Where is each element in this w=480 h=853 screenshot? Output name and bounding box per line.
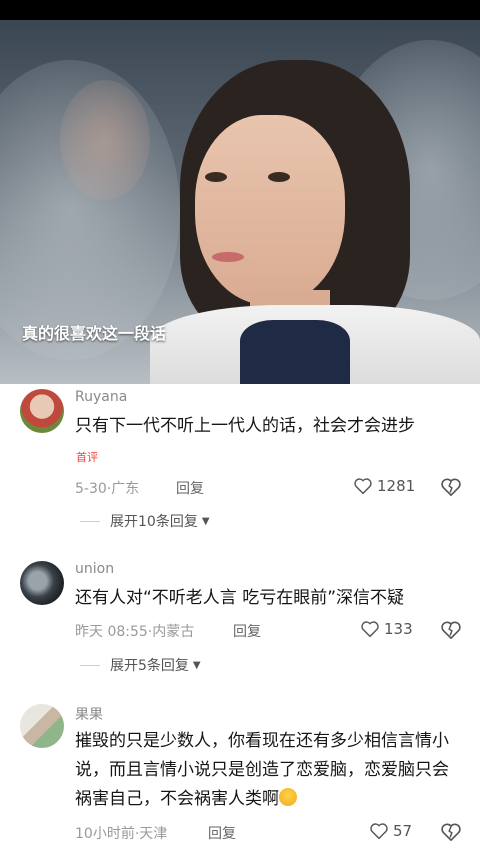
chevron-down-icon: ▼ (201, 515, 210, 527)
comment-username[interactable]: union (75, 561, 114, 577)
heart-icon (354, 478, 372, 495)
reply-button[interactable]: 回复 (233, 621, 261, 641)
like-button[interactable]: 133 (360, 620, 413, 638)
comment-date: 10小时前 (75, 826, 135, 842)
dislike-icon[interactable] (440, 477, 462, 497)
comment-date: 昨天 08:55 (75, 624, 148, 640)
comment-username[interactable]: Ruyana (75, 389, 127, 405)
comment-username[interactable]: 果果 (75, 704, 103, 724)
avatar[interactable] (20, 389, 64, 433)
comment-text-body: 摧毁的只是少数人，你看现在还有多少相信言情小说，而且言情小说只是创造了恋爱脑，恋… (75, 731, 449, 809)
expand-replies-label: 展开10条回复 (110, 514, 198, 530)
like-count: 57 (393, 822, 413, 840)
expand-replies-button[interactable]: 展开10条回复 ▼ (80, 511, 210, 531)
avatar[interactable] (20, 561, 64, 605)
comment-text: 还有人对“不听老人言 吃亏在眼前”深信不疑 (75, 588, 405, 608)
comment-meta: 昨天 08:55·内蒙古 (75, 624, 195, 640)
avatar[interactable] (20, 704, 64, 748)
reply-button[interactable]: 回复 (176, 478, 204, 498)
comment-meta: 5-30·广东 (75, 481, 140, 497)
comment-location: 内蒙古 (152, 624, 195, 640)
like-count: 1281 (377, 477, 416, 495)
video-caption: 真的很喜欢这一段话 (22, 324, 167, 343)
dislike-icon[interactable] (440, 620, 462, 640)
like-button[interactable]: 1281 (353, 477, 415, 495)
heart-icon (370, 823, 388, 840)
comment-location: 天津 (139, 826, 168, 842)
comment-text: 摧毁的只是少数人，你看现在还有多少相信言情小说，而且言情小说只是创造了恋爱脑，恋… (75, 727, 460, 814)
comment-text: 只有下一代不听上一代人的话，社会才会进步 (75, 416, 415, 436)
heart-icon (361, 621, 379, 638)
rolling-on-floor-laughing-emoji (279, 788, 297, 806)
expand-replies-button[interactable]: 展开5条回复 ▼ (80, 655, 201, 675)
comment-meta: 10小时前·天津 (75, 826, 168, 842)
comment-list[interactable]: Ruyana 只有下一代不听上一代人的话，社会才会进步 首评 5-30·广东 回… (0, 384, 480, 853)
like-button[interactable]: 57 (369, 822, 412, 840)
video-player[interactable]: 真的很喜欢这一段话 (0, 20, 480, 384)
dislike-icon[interactable] (440, 822, 462, 842)
comment-date: 5-30 (75, 481, 107, 497)
expand-replies-label: 展开5条回复 (110, 658, 189, 674)
first-comment-badge: 首评 (76, 451, 98, 464)
chevron-down-icon: ▼ (192, 659, 201, 671)
reply-button[interactable]: 回复 (208, 823, 236, 843)
like-count: 133 (384, 620, 413, 638)
comment-location: 广东 (111, 481, 140, 497)
